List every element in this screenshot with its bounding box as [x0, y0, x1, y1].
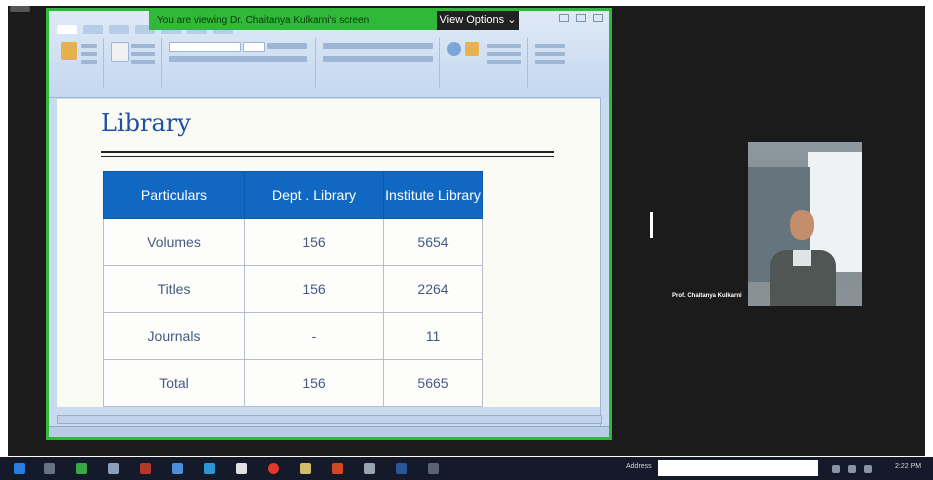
taskbar-clock: 2:22 PM: [895, 463, 922, 470]
font-size-select[interactable]: [243, 42, 265, 52]
table-row: Total 156 5665: [103, 359, 483, 407]
minimize-icon[interactable]: [559, 14, 569, 22]
tray-icon[interactable]: [832, 465, 840, 473]
file-explorer-icon[interactable]: [108, 463, 119, 474]
text-cursor-icon: [650, 212, 653, 238]
ribbon-group-editing: [531, 38, 591, 88]
close-icon[interactable]: [593, 14, 603, 22]
start-icon[interactable]: [14, 463, 25, 474]
view-options-button[interactable]: View Options ⌄: [437, 11, 519, 30]
ribbon-group-slides: [107, 38, 162, 88]
meeting-indicator-icon: [10, 6, 30, 12]
app-icon[interactable]: [364, 463, 375, 474]
title-divider: [101, 151, 554, 157]
font-size-buttons[interactable]: [267, 43, 307, 49]
horizontal-scrollbar[interactable]: [57, 415, 602, 424]
font-format-buttons[interactable]: [169, 56, 307, 62]
ribbon-tab-insert[interactable]: [83, 25, 103, 34]
window-controls: [559, 14, 603, 22]
layout-button[interactable]: [131, 44, 155, 48]
taskbar: Address 2:22 PM: [0, 457, 933, 480]
table-row: Journals - 11: [103, 312, 483, 360]
view-options-label: View Options: [439, 14, 505, 26]
header-particulars: Particulars: [103, 171, 245, 219]
copy-button[interactable]: [81, 52, 97, 56]
list-buttons[interactable]: [323, 43, 433, 49]
participant-video[interactable]: [748, 142, 862, 306]
paste-icon[interactable]: [61, 42, 77, 60]
participant-collar: [793, 250, 811, 266]
ribbon-tab-home[interactable]: [57, 25, 77, 34]
participant-head: [790, 210, 814, 240]
ribbon-group-drawing: [443, 38, 528, 88]
ribbon-tab-design[interactable]: [109, 25, 129, 34]
table-cell: Journals: [103, 312, 245, 360]
ribbon-group-font: [165, 38, 316, 88]
participant-name-label: Prof. Chaitanya Kulkarni: [672, 293, 742, 299]
zoom-app-icon[interactable]: [76, 463, 87, 474]
taskbar-search-label: Address: [626, 463, 652, 470]
network-icon[interactable]: [848, 465, 856, 473]
table-cell: 5654: [383, 218, 483, 266]
shape-effects-button[interactable]: [487, 60, 521, 64]
table-cell: Volumes: [103, 218, 245, 266]
header-institute-library: Institute Library: [383, 171, 483, 219]
replace-button[interactable]: [535, 52, 565, 56]
meeting-stage: You are viewing Dr. Chaitanya Kulkarni's…: [8, 6, 925, 456]
word-icon[interactable]: [396, 463, 407, 474]
viewing-banner: You are viewing Dr. Chaitanya Kulkarni's…: [149, 11, 439, 30]
taskbar-search-box[interactable]: [658, 460, 818, 476]
shape-fill-button[interactable]: [487, 44, 521, 48]
ribbon-group-clipboard: [55, 38, 104, 88]
align-buttons[interactable]: [323, 56, 433, 62]
table-cell: 156: [244, 218, 384, 266]
table-cell: 5665: [383, 359, 483, 407]
table-cell: Total: [103, 359, 245, 407]
status-bar: [49, 426, 609, 437]
table-row: Titles 156 2264: [103, 265, 483, 313]
edge-icon[interactable]: [204, 463, 215, 474]
slide-canvas: Library Particulars Dept . Library Insti…: [57, 99, 602, 407]
slide-title: Library: [101, 109, 191, 137]
cut-button[interactable]: [81, 44, 97, 48]
header-dept-library: Dept . Library: [244, 171, 384, 219]
powerpoint-icon[interactable]: [332, 463, 343, 474]
ribbon-group-paragraph: [319, 38, 440, 88]
notepad-icon[interactable]: [236, 463, 247, 474]
select-button[interactable]: [535, 60, 565, 64]
window-icon[interactable]: [428, 463, 439, 474]
chevron-down-icon: ⌄: [507, 14, 517, 26]
table-cell: 2264: [383, 265, 483, 313]
table-cell: -: [244, 312, 384, 360]
reset-button[interactable]: [131, 52, 155, 56]
media-icon[interactable]: [140, 463, 151, 474]
volume-icon[interactable]: [864, 465, 872, 473]
shape-outline-button[interactable]: [487, 52, 521, 56]
maximize-icon[interactable]: [576, 14, 586, 22]
find-button[interactable]: [535, 44, 565, 48]
table-header-row: Particulars Dept . Library Institute Lib…: [103, 171, 483, 219]
vertical-scrollbar[interactable]: [600, 97, 609, 427]
folder-icon[interactable]: [300, 463, 311, 474]
format-painter-button[interactable]: [81, 60, 97, 64]
table-cell: 11: [383, 312, 483, 360]
table-row: Volumes 156 5654: [103, 218, 483, 266]
chrome-icon[interactable]: [268, 463, 279, 474]
arrange-icon[interactable]: [465, 42, 479, 56]
shapes-icon[interactable]: [447, 42, 461, 56]
table-cell: 156: [244, 265, 384, 313]
font-name-select[interactable]: [169, 42, 241, 52]
shared-screen: You are viewing Dr. Chaitanya Kulkarni's…: [46, 8, 612, 440]
new-slide-icon[interactable]: [111, 42, 129, 62]
mail-icon[interactable]: [172, 463, 183, 474]
table-cell: Titles: [103, 265, 245, 313]
table-cell: 156: [244, 359, 384, 407]
task-view-icon[interactable]: [44, 463, 55, 474]
delete-button[interactable]: [131, 60, 155, 64]
library-table: Particulars Dept . Library Institute Lib…: [103, 171, 483, 407]
